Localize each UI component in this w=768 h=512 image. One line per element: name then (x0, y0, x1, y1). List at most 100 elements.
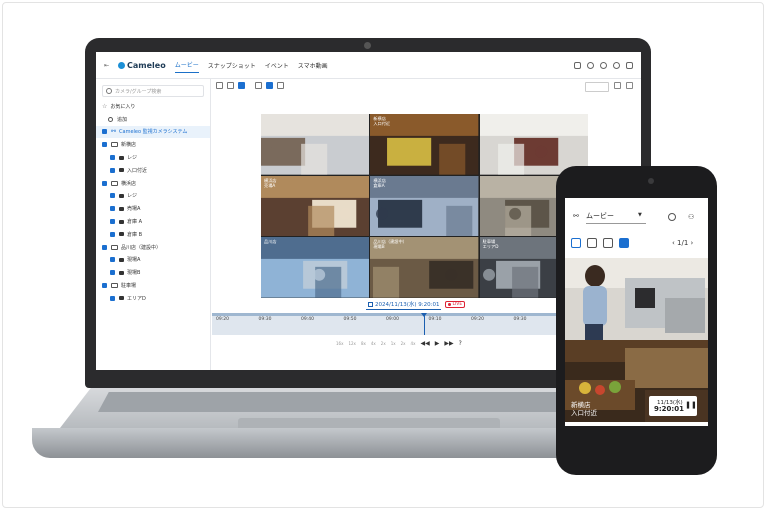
layout-3x3-button[interactable] (238, 82, 245, 89)
tree-camera[interactable]: エリアD (96, 292, 210, 305)
phone-camera-feed-1[interactable] (565, 258, 708, 340)
phone-layout-list-button[interactable] (619, 238, 629, 248)
pause-button[interactable]: ❚❚ (685, 399, 697, 411)
checkbox[interactable] (102, 129, 107, 135)
camera-feed-tile[interactable]: 品川店 (261, 237, 370, 298)
user-settings-icon[interactable]: ⚇ (688, 213, 694, 221)
timeline-tick-label: 09:10 (428, 317, 442, 322)
phone-layout-single-button[interactable] (571, 238, 581, 248)
tree-camera[interactable]: 現場B (96, 266, 210, 279)
info-icon[interactable] (587, 61, 594, 69)
forward-icon[interactable]: ▶▶ (444, 340, 453, 347)
camera-feed-tile[interactable]: 品川店（建設中） 現場B (370, 237, 479, 298)
datetime-text: 2024/11/13(水) 9:20:01 (375, 302, 440, 308)
camera-feed-tile[interactable]: 新横店 入口付近 (370, 114, 479, 175)
tab-snapshot[interactable]: スナップショット (208, 58, 256, 73)
help-icon[interactable]: ? (459, 340, 462, 347)
speed-button[interactable]: 2x (401, 341, 406, 346)
speed-button[interactable]: 16x (336, 341, 343, 346)
camera-feed-image (261, 114, 370, 175)
phone-layout-4-button[interactable] (603, 238, 613, 248)
layout-2x2-button[interactable] (227, 82, 234, 89)
tree-camera[interactable]: 倉庫 B (96, 228, 210, 241)
checkbox[interactable] (110, 167, 115, 173)
speed-button[interactable]: 1x (391, 341, 396, 346)
checkbox[interactable] (102, 283, 107, 289)
logo: Cameleo (118, 61, 166, 70)
timeline-header: 2024/11/13(水) 9:20:01 LIVE (366, 299, 466, 310)
logout-icon[interactable] (626, 61, 633, 69)
phone-layout-2-button[interactable] (587, 238, 597, 248)
speed-button[interactable]: 12x (348, 341, 355, 346)
checkbox[interactable] (110, 155, 115, 161)
tree-camera[interactable]: 売場A (96, 202, 210, 215)
checkbox[interactable] (102, 180, 107, 186)
camera-search-input[interactable]: カメラ/グループ検索 (102, 85, 204, 97)
tree-camera[interactable]: 入口付近 (96, 164, 210, 177)
camera-feed-image (261, 175, 370, 237)
checkbox[interactable] (102, 142, 107, 148)
network-icon[interactable]: ⚯ (573, 212, 579, 220)
app-header: ⇤ Cameleo ムービー スナップショット イベント スマホ動画 (96, 52, 641, 79)
tree-camera[interactable]: 倉庫 A (96, 215, 210, 228)
tree-camera[interactable]: 現場A (96, 254, 210, 267)
add-row[interactable]: 追加 (96, 113, 210, 126)
tree-item-label: 品川店（建設中） (121, 244, 162, 251)
checkbox[interactable] (110, 206, 115, 212)
timeline-tick-label: 09:20 (216, 317, 229, 322)
speed-button[interactable]: 4x (371, 341, 376, 346)
tab-movie[interactable]: ムービー (174, 57, 199, 73)
sort-select[interactable] (585, 82, 609, 92)
camera-feed-tile[interactable] (261, 114, 370, 175)
tree-camera[interactable]: レジ (96, 151, 210, 164)
tree-item-label: 倉庫 A (127, 219, 143, 226)
tree-group[interactable]: 横浜店 (96, 177, 210, 190)
tree-camera[interactable]: レジ (96, 190, 210, 203)
layout-split-button[interactable] (266, 82, 273, 89)
rewind-icon[interactable]: ◀◀ (420, 340, 429, 347)
timeline-tick-label: 09:00 (386, 317, 399, 322)
camera-feed-tile[interactable]: 横浜店 倉庫A (370, 175, 479, 237)
search-placeholder: カメラ/グループ検索 (115, 88, 162, 95)
layout-wide-button[interactable] (255, 82, 262, 89)
tab-phone-video[interactable]: スマホ動画 (298, 58, 328, 73)
chevron-down-icon[interactable]: ▼ (638, 212, 642, 218)
tree-group[interactable]: 駐車場 (96, 279, 210, 292)
tree-item-label: レジ (127, 155, 138, 162)
speed-button[interactable]: 4x (411, 341, 416, 346)
tree-group[interactable]: 品川店（建設中） (96, 241, 210, 254)
layout-1x1-button[interactable] (216, 82, 223, 89)
tree-group[interactable]: 新横店 (96, 138, 210, 151)
checkbox[interactable] (110, 219, 115, 225)
layout-full-button[interactable] (277, 82, 284, 89)
checkbox[interactable] (110, 193, 115, 199)
playhead-handle[interactable] (421, 313, 427, 317)
system-row[interactable]: ⚯ Cameleo 監視カメラシステム (96, 125, 210, 139)
favorites-row[interactable]: ☆ お気に入り (96, 100, 210, 113)
phone-pager[interactable]: ‹ 1/1 › (672, 239, 693, 247)
camera-feed-tile[interactable]: 横浜店 売場A (261, 175, 370, 237)
tree-item-label: 駐車場 (121, 283, 137, 290)
info-icon[interactable] (668, 213, 676, 221)
checkbox[interactable] (110, 231, 115, 237)
checkbox[interactable] (102, 244, 107, 250)
user-icon[interactable] (613, 61, 620, 69)
help-icon[interactable] (600, 61, 607, 69)
page-prev-button[interactable] (614, 82, 621, 89)
datetime-picker[interactable]: 2024/11/13(水) 9:20:01 (366, 299, 442, 310)
camera-feed-label: 品川店 (264, 239, 277, 245)
live-button[interactable]: LIVE (445, 301, 466, 308)
camera-icon (119, 206, 124, 211)
export-icon[interactable] (574, 61, 581, 69)
checkbox[interactable] (110, 270, 115, 276)
menu-toggle-icon[interactable]: ⇤ (104, 62, 114, 69)
tab-event[interactable]: イベント (265, 58, 289, 73)
play-icon[interactable]: ▶ (435, 340, 440, 347)
speed-button[interactable]: 8x (361, 341, 366, 346)
speed-button[interactable]: 2x (381, 341, 386, 346)
phone-feed-1-image (565, 258, 708, 340)
checkbox[interactable] (110, 257, 115, 263)
fullscreen-button[interactable] (626, 82, 633, 89)
checkbox[interactable] (110, 295, 115, 301)
camera-icon (119, 232, 124, 237)
